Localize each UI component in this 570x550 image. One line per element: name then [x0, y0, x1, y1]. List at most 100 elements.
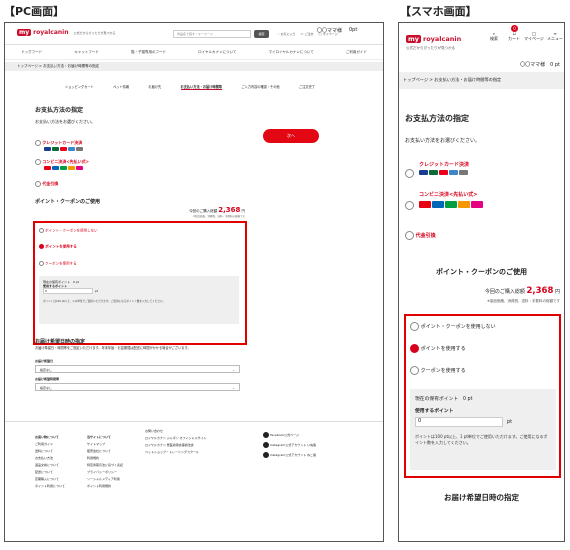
footer-link[interactable]: ご利用ガイド [35, 441, 65, 448]
store-logo-icon [458, 201, 470, 208]
nav-dog-food[interactable]: ドッグフード [21, 50, 42, 59]
label-convenience: コンビニ決済<先払い式> [42, 159, 89, 164]
chevron-down-icon: ⌄ [232, 368, 235, 372]
label-cod: 代金引換 [415, 233, 436, 239]
sp-option-coupon[interactable]: クーポンを使用する [410, 366, 466, 375]
footer-link[interactable]: ロイヤルカナン 獣医療用食事療法食 [145, 442, 207, 449]
pc-logo[interactable]: my royalcanin 公式だからぴったりが見つかる [17, 29, 116, 36]
radio-coupon[interactable] [39, 261, 44, 266]
footer-link[interactable]: 配送について [35, 469, 65, 476]
option-none-label: ポイント・クーポンを使用しない [45, 228, 98, 233]
footer-heading: 当サイトについて [87, 435, 111, 439]
sp-user-name: 〇〇ママ様 [520, 62, 546, 68]
footer-link[interactable]: 販売会社について [87, 448, 123, 455]
footer-link[interactable]: お支払い方法 [35, 455, 65, 462]
pc-total: 今回のご購入総額 2,368 円 ※製品価格、消費税、送料・手数料の総額です [165, 206, 245, 218]
footer-link[interactable]: 利用規約 [87, 455, 123, 462]
footer-link[interactable]: 特定商取引法に基づく表記 [87, 462, 123, 469]
mastercard-icon [60, 147, 67, 151]
footer-link[interactable]: ロイヤルカナン ジャポン オフィシャルサイト [145, 435, 207, 442]
footer-link[interactable]: 返品交換について [35, 462, 65, 469]
sp-points-panel: 現在の保有ポイント 0 pt 使用するポイント 0 pt ポイントは100 pt… [410, 389, 556, 470]
cart-badge: 0 [511, 25, 518, 32]
nav-cat-food[interactable]: キャットフード [74, 50, 99, 59]
instagram-cat-link[interactable]: Instagram公式アカウント ねこ版 [263, 450, 316, 460]
radio-points[interactable] [410, 344, 419, 353]
sp-payment-cod[interactable]: 代金引換 [405, 231, 436, 240]
footer-link[interactable]: 送料について [35, 448, 65, 455]
footer-link[interactable]: ソーシャルメディア利用 [87, 476, 123, 483]
nav-guide[interactable]: ご利用ガイド [346, 50, 367, 59]
step-pet: ペット情報 [113, 85, 130, 89]
sp-cart-icon[interactable]: ⊔ カート 0 [508, 25, 520, 42]
pc-time-select[interactable]: 指定なし ⌄ [35, 383, 240, 391]
radio-convenience[interactable] [405, 201, 414, 210]
card-logos [44, 147, 84, 152]
nav-about[interactable]: ロイヤルカナンについて [198, 50, 236, 59]
sp-delivery-title: お届け希望日時の指定 [444, 493, 519, 502]
chevron-down-icon: ⌄ [232, 386, 235, 390]
sp-option-none[interactable]: ポイント・クーポンを使用しない [410, 322, 496, 331]
store-logo-icon [52, 166, 59, 170]
pc-search-input[interactable]: 商品名で探す・キーワード [173, 30, 251, 38]
sp-menu-icon[interactable]: ≡ メニュー [547, 31, 563, 42]
points-unit: pt [95, 289, 99, 293]
store-logo-icon [419, 201, 431, 208]
radio-points[interactable] [39, 244, 44, 249]
radio-none[interactable] [39, 228, 44, 233]
radio-credit[interactable] [405, 169, 414, 178]
use-points-label: 使用するポイント [415, 409, 454, 414]
footer-link[interactable]: プライバシーポリシー [87, 469, 123, 476]
radio-coupon[interactable] [410, 366, 419, 375]
instagram-icon [263, 442, 269, 448]
order-icon[interactable]: ▭ ご注文 [301, 32, 314, 36]
pc-payment-convenience[interactable]: コンビニ決済<先払い式> [35, 159, 89, 171]
pc-page-subtitle: お支払い方法をお選びください。 [35, 119, 95, 124]
pc-points-input[interactable]: 0 [43, 288, 93, 294]
pc-search-button[interactable]: 検索 [254, 30, 269, 38]
sp-breadcrumb: トップページ > お支払い方法・お届け時間等の指定 [399, 72, 564, 89]
sp-option-points[interactable]: ポイントを使用する [410, 344, 466, 353]
nav-kitten-food[interactable]: 猫・子猫専用のフード [131, 50, 166, 59]
nav-my-royalcanin[interactable]: マイロイヤルカナンについて [269, 50, 314, 59]
sp-logo[interactable]: my royalcanin [406, 35, 461, 43]
sp-points-input[interactable]: 0 [415, 417, 503, 427]
pc-points-panel: 現在の保有ポイント 0 pt 使用するポイント 0 pt ポイントは100 pt… [39, 276, 239, 324]
logo-my: my [406, 35, 422, 43]
favorite-icon[interactable]: ♡ お気に入り [277, 32, 296, 36]
sp-payment-convenience[interactable]: コンビニ決済<先払い式> [405, 191, 483, 210]
total-label: 今回のご購入総額 [484, 289, 525, 295]
sp-mypage-icon[interactable]: ◯ マイページ [524, 31, 544, 42]
footer-link[interactable]: 定期購入について [35, 476, 65, 483]
footer-link[interactable]: ポイント利用規約 [87, 483, 123, 490]
radio-none[interactable] [410, 322, 419, 331]
pc-payment-credit[interactable]: クレジットカード決済 [35, 140, 84, 152]
pc-footer: お買い物について ご利用ガイド 送料について お支払い方法 返品交換について 配… [5, 421, 383, 501]
pc-option-coupon[interactable]: クーポンを使用する [39, 261, 77, 267]
pc-delivery-text: お届け希望日・時間帯をご指定いただけます。年末年始・お盆期間は配送に時間がかかる… [35, 346, 191, 350]
footer-link[interactable]: サイトマップ [87, 441, 123, 448]
store-logo-icon [60, 166, 67, 170]
sp-search-icon[interactable]: ⌕ 検索 [490, 31, 498, 42]
sp-payment-credit[interactable]: クレジットカード決済 [405, 161, 469, 178]
radio-convenience[interactable] [35, 159, 41, 165]
radio-cod[interactable] [405, 231, 414, 240]
footer-col-shopping: お買い物について ご利用ガイド 送料について お支払い方法 返品交換について 配… [35, 434, 65, 490]
label-convenience: コンビニ決済<先払い式> [419, 192, 478, 198]
pc-date-select[interactable]: 指定なし ⌄ [35, 365, 240, 373]
sp-user-bar: 〇〇ママ様 0 pt [399, 61, 564, 68]
pc-payment-cod[interactable]: 代金引換 [35, 181, 58, 187]
footer-link[interactable]: ポイント利用について [35, 483, 65, 490]
instagram-dog-link[interactable]: Instagram公式アカウント いぬ版 [263, 440, 316, 450]
pc-option-points[interactable]: ポイントを使用する [39, 244, 77, 250]
footer-col-site: 当サイトについて サイトマップ 販売会社について 利用規約 特定商取引法に基づく… [87, 434, 123, 490]
pc-option-none[interactable]: ポイント・クーポンを使用しない [39, 228, 98, 234]
pc-next-button[interactable]: 次へ [263, 129, 319, 143]
logo-royalcanin: royalcanin [423, 35, 462, 43]
footer-link[interactable]: お問い合わせ [145, 428, 207, 435]
footer-link[interactable]: ペットショップ・トレーニングスクール [145, 449, 207, 456]
radio-credit[interactable] [35, 140, 41, 146]
step-confirm: ご入力内容の確認・その他 [241, 85, 280, 89]
radio-cod[interactable] [35, 181, 41, 187]
facebook-link[interactable]: Facebook公式ページ [263, 430, 316, 440]
